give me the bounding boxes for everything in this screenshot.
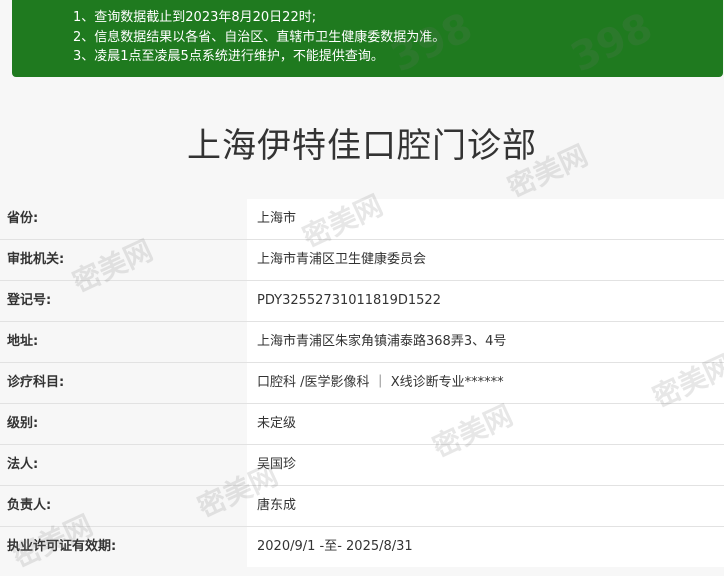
row-label: 地址: xyxy=(7,334,39,349)
row-label: 级别: xyxy=(7,416,39,431)
row-value: 吴国珍 xyxy=(247,445,724,485)
page-title: 上海伊特佳口腔门诊部 xyxy=(187,126,537,166)
row-label: 执业许可证有效期: xyxy=(7,539,117,554)
row-label: 登记号: xyxy=(7,293,52,308)
row-value: 未定级 xyxy=(247,404,724,444)
row-value: 口腔科 /医学影像科 ｜ X线诊断专业****** xyxy=(247,363,724,403)
table-row-departments: 诊疗科目: 口腔科 /医学影像科 ｜ X线诊断专业****** xyxy=(0,363,724,404)
row-label: 审批机关: xyxy=(7,252,65,267)
info-table: 省份: 上海市 审批机关: 上海市青浦区卫生健康委员会 登记号: PDY3255… xyxy=(0,199,724,567)
table-row-address: 地址: 上海市青浦区朱家角镇浦泰路368弄3、4号 xyxy=(0,322,724,363)
row-label: 诊疗科目: xyxy=(7,375,65,390)
row-label: 法人: xyxy=(7,457,39,472)
row-label: 省份: xyxy=(7,211,39,226)
row-value: 上海市青浦区朱家角镇浦泰路368弄3、4号 xyxy=(247,322,724,362)
row-label: 负责人: xyxy=(7,498,52,513)
table-row-authority: 审批机关: 上海市青浦区卫生健康委员会 xyxy=(0,240,724,281)
row-value: 上海市 xyxy=(247,199,724,239)
notice-banner: 1、查询数据截止到2023年8月20日22时; 2、信息数据结果以各省、自治区、… xyxy=(12,0,723,77)
row-value: 上海市青浦区卫生健康委员会 xyxy=(247,240,724,280)
row-value: 2020/9/1 -至- 2025/8/31 xyxy=(247,527,724,567)
notice-line-2: 2、信息数据结果以各省、自治区、直辖市卫生健康委数据为准。 xyxy=(73,29,446,45)
row-value: PDY32552731011819D1522 xyxy=(247,281,724,321)
row-value: 唐东成 xyxy=(247,486,724,526)
table-row-registration: 登记号: PDY32552731011819D1522 xyxy=(0,281,724,322)
table-row-level: 级别: 未定级 xyxy=(0,404,724,445)
table-row-province: 省份: 上海市 xyxy=(0,199,724,240)
table-row-legal-person: 法人: 吴国珍 xyxy=(0,445,724,486)
notice-line-1: 1、查询数据截止到2023年8月20日22时; xyxy=(73,10,317,25)
notice-line-3: 3、凌晨1点至凌晨5点系统进行维护，不能提供查询。 xyxy=(73,49,384,64)
table-row-license-validity: 执业许可证有效期: 2020/9/1 -至- 2025/8/31 xyxy=(0,527,724,567)
table-row-manager: 负责人: 唐东成 xyxy=(0,486,724,527)
